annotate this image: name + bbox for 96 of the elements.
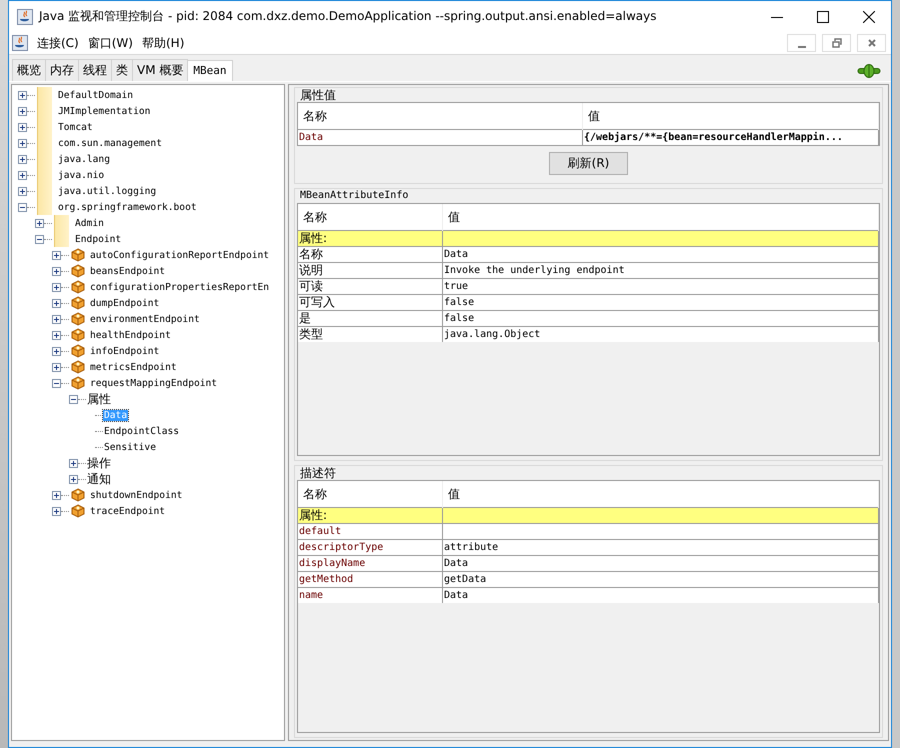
expand-toggle[interactable]: [52, 490, 61, 500]
table-cell: Data: [443, 588, 879, 603]
tree-item[interactable]: healthEndpoint: [89, 330, 172, 340]
tree-item[interactable]: 操作: [86, 454, 112, 472]
tree-item[interactable]: infoEndpoint: [89, 346, 160, 356]
close-icon: [866, 38, 876, 48]
minimize-button[interactable]: [787, 34, 816, 52]
tree-item[interactable]: Sensitive: [103, 442, 157, 452]
table-cell: Data: [298, 130, 583, 145]
tree-item[interactable]: beansEndpoint: [89, 266, 166, 276]
cube-icon: [70, 328, 86, 342]
tree-item[interactable]: Endpoint: [74, 234, 122, 244]
table-cell: {/webjars/**={bean=resourceHandlerMappin...: [583, 130, 879, 145]
table-cell: 类型: [298, 327, 443, 342]
cube-icon: [70, 248, 86, 262]
tree-item[interactable]: EndpointClass: [103, 426, 180, 436]
group-title: 属性值: [299, 88, 337, 102]
expand-toggle[interactable]: [18, 122, 27, 132]
menu-item[interactable]: 窗口(W): [88, 34, 133, 52]
expand-toggle[interactable]: [69, 458, 78, 468]
expand-toggle[interactable]: [18, 154, 27, 164]
tab[interactable]: 内存: [45, 59, 79, 81]
close-icon[interactable]: [863, 10, 875, 22]
folder-icon: [54, 215, 69, 231]
tree-item[interactable]: shutdownEndpoint: [89, 490, 184, 500]
tree-item[interactable]: configurationPropertiesReportEn: [89, 282, 270, 292]
maximize-icon[interactable]: [817, 10, 829, 22]
tree-item[interactable]: dumpEndpoint: [89, 298, 160, 308]
expand-toggle[interactable]: [52, 250, 61, 260]
cube-icon: [70, 360, 86, 374]
tab[interactable]: MBean: [187, 60, 233, 81]
table-cell: java.lang.Object: [443, 327, 879, 342]
tree-item[interactable]: metricsEndpoint: [89, 362, 178, 372]
tree-item[interactable]: java.nio: [57, 170, 106, 180]
tree-item[interactable]: com.sun.management: [57, 138, 163, 148]
tree-item[interactable]: 属性: [86, 390, 112, 408]
cube-icon: [70, 280, 86, 294]
java-cup-icon: [12, 35, 28, 51]
tree-item[interactable]: Tomcat: [57, 122, 94, 132]
folder-icon: [37, 87, 52, 103]
expand-toggle[interactable]: [18, 202, 27, 212]
expand-toggle[interactable]: [18, 170, 27, 180]
cube-icon: [70, 312, 86, 326]
tab[interactable]: 概览: [12, 59, 46, 81]
expand-toggle[interactable]: [52, 346, 61, 356]
expand-toggle[interactable]: [52, 266, 61, 276]
cube-icon: [70, 296, 86, 310]
menu-item[interactable]: 帮助(H): [142, 34, 184, 52]
expand-toggle[interactable]: [52, 506, 61, 516]
tree-item[interactable]: org.springframework.boot: [57, 202, 198, 212]
connection-icon: [857, 64, 881, 78]
folder-icon: [37, 199, 52, 215]
expand-toggle[interactable]: [18, 106, 27, 116]
tab[interactable]: 类: [111, 59, 133, 81]
tab[interactable]: 线程: [78, 59, 112, 81]
folder-icon: [54, 231, 69, 247]
minimize-icon: [798, 46, 806, 48]
tree-item[interactable]: autoConfigurationReportEndpoint: [89, 250, 270, 260]
tree-item[interactable]: java.lang: [57, 154, 111, 164]
cube-icon: [70, 376, 86, 390]
cube-icon: [70, 344, 86, 358]
cube-icon: [70, 504, 86, 518]
tree-item[interactable]: requestMappingEndpoint: [89, 378, 218, 388]
window-title: Java 监视和管理控制台 - pid: 2084 com.dxz.demo.DemoApplication --spring.output.ansi.enabled=always: [39, 8, 656, 25]
expand-toggle[interactable]: [18, 186, 27, 196]
tree-item[interactable]: DefaultDomain: [57, 90, 134, 100]
tab[interactable]: VM 概要: [132, 59, 188, 81]
expand-toggle[interactable]: [52, 362, 61, 372]
tree-item[interactable]: traceEndpoint: [89, 506, 166, 516]
menu-item[interactable]: 连接(C): [37, 34, 79, 52]
cube-icon: [70, 488, 86, 502]
expand-toggle[interactable]: [69, 474, 78, 484]
expand-toggle[interactable]: [52, 298, 61, 308]
expand-toggle[interactable]: [18, 90, 27, 100]
expand-toggle[interactable]: [35, 234, 44, 244]
tree-item[interactable]: JMImplementation: [57, 106, 152, 116]
tree-item[interactable]: 通知: [86, 470, 112, 488]
expand-toggle[interactable]: [52, 330, 61, 340]
refresh-button[interactable]: 刷新(R): [548, 152, 628, 175]
group-title: 描述符: [299, 466, 337, 480]
expand-toggle[interactable]: [35, 218, 44, 228]
cube-icon: [70, 264, 86, 278]
restore-icon: [832, 38, 842, 48]
expand-toggle[interactable]: [52, 314, 61, 324]
group-title: MBeanAttributeInfo: [299, 189, 410, 203]
expand-toggle[interactable]: [52, 378, 61, 388]
tree-item[interactable]: java.util.logging: [57, 186, 158, 196]
expand-toggle[interactable]: [52, 282, 61, 292]
expand-toggle[interactable]: [69, 394, 78, 404]
java-cup-icon: [17, 8, 33, 24]
tree-item[interactable]: environmentEndpoint: [89, 314, 201, 324]
restore-button[interactable]: [822, 34, 851, 52]
expand-toggle[interactable]: [18, 138, 27, 148]
tree-item[interactable]: Admin: [74, 218, 105, 228]
table-cell: name: [298, 588, 443, 603]
close-button[interactable]: [857, 34, 886, 52]
